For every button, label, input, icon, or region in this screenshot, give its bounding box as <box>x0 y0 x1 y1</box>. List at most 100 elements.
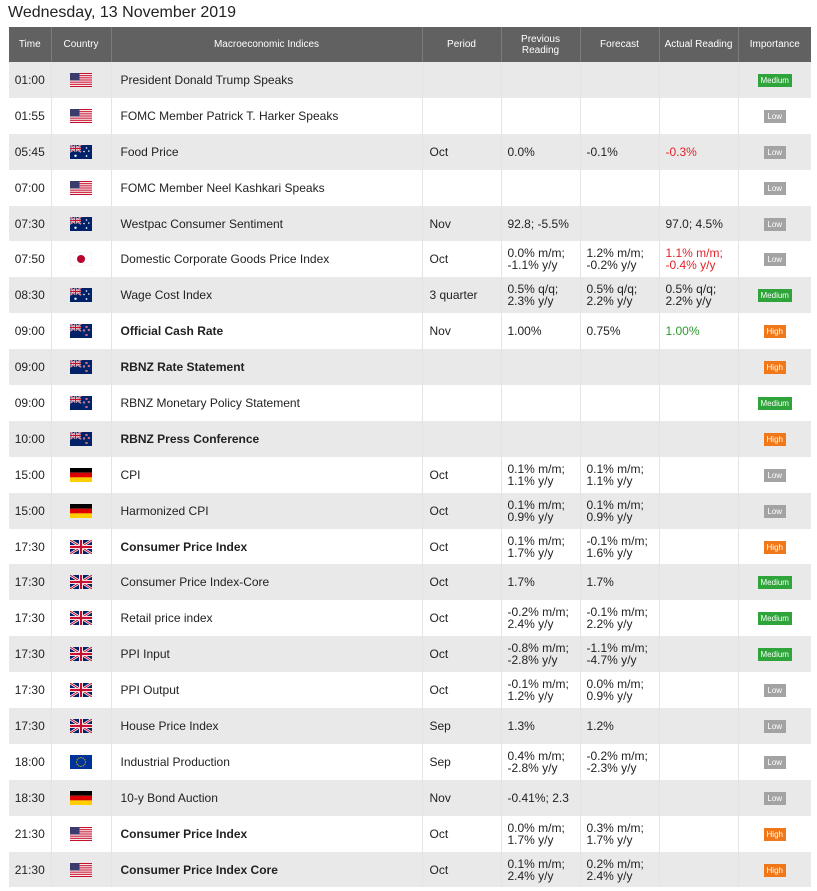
event-name[interactable]: Consumer Price Index Core <box>111 851 423 888</box>
event-name[interactable]: RBNZ Press Conference <box>111 420 423 457</box>
column-header-previous[interactable]: Previous Reading <box>501 27 581 62</box>
event-name[interactable]: Westpac Consumer Sentiment <box>111 205 423 242</box>
importance-badge: Low <box>763 504 786 518</box>
event-time: 05:45 <box>9 133 52 170</box>
table-row[interactable]: 09:00 RBNZ Rate Statement High <box>9 349 811 386</box>
event-name[interactable]: PPI Output <box>111 672 423 709</box>
table-row[interactable]: 21:30 Consumer Price Index Core Oct 0.1% m/… <box>9 851 811 888</box>
us-flag-icon <box>70 72 92 87</box>
event-name[interactable]: Consumer Price Index <box>111 528 423 565</box>
country-cell <box>51 133 112 170</box>
table-row[interactable]: 07:30 Westpac Consumer Sentiment Nov 92.8; … <box>9 205 811 242</box>
event-name[interactable]: House Price Index <box>111 708 423 744</box>
event-period: Nov <box>422 205 502 242</box>
forecast-value: -0.2% m/m; -2.3% y/y <box>580 743 660 780</box>
uk-flag-icon <box>69 646 93 663</box>
previous-reading: 1.00% <box>501 313 581 350</box>
table-row[interactable]: 17:30 House Price Index Sep 1.3% 1.2% Low <box>9 708 811 744</box>
forecast-value: -0.1% <box>580 133 660 170</box>
table-row[interactable]: 17:30 PPI Input Oct -0.8% m/m; -2.8% y/y -1.… <box>9 636 811 673</box>
actual-reading <box>659 636 739 673</box>
country-cell <box>51 420 112 457</box>
event-period: Sep <box>422 708 502 744</box>
event-name[interactable]: President Donald Trump Speaks <box>111 62 423 98</box>
country-cell <box>51 564 112 601</box>
event-name[interactable]: Harmonized CPI <box>111 492 423 529</box>
event-name[interactable]: Industrial Production <box>111 743 423 780</box>
event-name[interactable]: Wage Cost Index <box>111 277 423 314</box>
previous-reading <box>501 385 581 421</box>
importance-badge: Medium <box>757 576 792 590</box>
table-row[interactable]: 05:45 Food Price Oct 0.0% -0.1% -0.3% Low <box>9 133 811 170</box>
column-header-country[interactable]: Country <box>51 27 112 62</box>
table-row[interactable]: 18:30 10-y Bond Auction Nov -0.41%; 2.3 Low <box>9 779 811 816</box>
nz-flag-icon <box>69 431 92 446</box>
table-row[interactable]: 15:00 Harmonized CPI Oct 0.1% m/m; 0.9% y/y… <box>9 492 811 529</box>
event-name[interactable]: Retail price index <box>111 600 423 637</box>
importance-badge: Low <box>763 145 786 159</box>
table-row[interactable]: 07:50 Domestic Corporate Goods Price Inde… <box>9 241 811 278</box>
importance-badge: Medium <box>757 396 792 410</box>
previous-reading: -0.2% m/m; 2.4% y/y <box>501 600 581 637</box>
us-flag-icon <box>70 862 92 877</box>
event-name[interactable]: PPI Input <box>111 636 423 673</box>
previous-reading: 0.0% m/m; -1.1% y/y <box>501 241 581 278</box>
forecast-value: 1.7% <box>580 564 660 601</box>
previous-reading: 1.7% <box>501 564 581 601</box>
actual-reading <box>659 492 739 529</box>
importance-cell: High <box>738 349 811 386</box>
table-row[interactable]: 01:55 FOMC Member Patrick T. Harker Speak… <box>9 97 811 134</box>
actual-reading <box>659 743 739 780</box>
event-period <box>422 420 502 457</box>
column-header-importance[interactable]: Importance <box>738 27 811 62</box>
previous-reading: 0.1% m/m; 1.1% y/y <box>501 456 581 493</box>
previous-reading: -0.8% m/m; -2.8% y/y <box>501 636 581 673</box>
table-row[interactable]: 15:00 CPI Oct 0.1% m/m; 1.1% y/y 0.1% m/m; 1… <box>9 456 811 493</box>
event-name[interactable]: FOMC Member Neel Kashkari Speaks <box>111 169 423 206</box>
event-time: 21:30 <box>9 815 52 852</box>
column-header-period[interactable]: Period <box>422 27 502 62</box>
importance-cell: Low <box>738 97 811 134</box>
column-header-actual[interactable]: Actual Reading <box>659 27 739 62</box>
table-row[interactable]: 17:30 Consumer Price Index Oct 0.1% m/m; 1.… <box>9 528 811 565</box>
column-header-indices[interactable]: Macroeconomic Indices <box>111 27 423 62</box>
event-name[interactable]: FOMC Member Patrick T. Harker Speaks <box>111 97 423 134</box>
event-time: 21:30 <box>9 851 52 888</box>
table-row[interactable]: 07:00 FOMC Member Neel Kashkari Speaks Low <box>9 169 811 206</box>
event-name[interactable]: Domestic Corporate Goods Price Index <box>111 241 423 278</box>
table-row[interactable]: 10:00 RBNZ Press Conference High <box>9 420 811 457</box>
event-name[interactable]: Food Price <box>111 133 423 170</box>
table-row[interactable]: 17:30 Retail price index Oct -0.2% m/m; 2.4… <box>9 600 811 637</box>
table-row[interactable]: 08:30 Wage Cost Index 3 quarter 0.5% q/q; 2… <box>9 277 811 314</box>
country-cell <box>51 600 112 637</box>
previous-reading: 0.0% <box>501 133 581 170</box>
event-name[interactable]: 10-y Bond Auction <box>111 779 423 816</box>
event-name[interactable]: Consumer Price Index <box>111 815 423 852</box>
table-row[interactable]: 09:00 RBNZ Monetary Policy Statement Mediu… <box>9 385 811 421</box>
forecast-value: 0.75% <box>580 313 660 350</box>
column-header-time[interactable]: Time <box>9 27 52 62</box>
table-row[interactable]: 17:30 Consumer Price Index-Core Oct 1.7% 1.7… <box>9 564 811 601</box>
importance-badge: Medium <box>757 648 792 662</box>
table-row[interactable]: 17:30 PPI Output Oct -0.1% m/m; 1.2% y/y 0.0… <box>9 672 811 709</box>
forecast-value <box>580 420 660 457</box>
table-row[interactable]: 09:00 Official Cash Rate Nov 1.00% 0.75% 1.00… <box>9 313 811 350</box>
column-header-forecast[interactable]: Forecast <box>580 27 660 62</box>
event-name[interactable]: RBNZ Rate Statement <box>111 349 423 386</box>
us-flag-icon <box>70 180 92 195</box>
event-name[interactable]: Official Cash Rate <box>111 313 423 350</box>
table-row[interactable]: 18:00 Industrial Production Sep 0.4% m/m; -… <box>9 743 811 780</box>
forecast-value <box>580 779 660 816</box>
uk-flag-icon <box>69 717 93 735</box>
actual-reading <box>659 708 739 744</box>
event-name[interactable]: Consumer Price Index-Core <box>111 564 423 601</box>
event-period <box>422 169 502 206</box>
forecast-value <box>580 62 660 98</box>
table-row[interactable]: 01:00 President Donald Trump Speaks Medium <box>9 62 811 98</box>
country-cell <box>51 313 112 350</box>
table-row[interactable]: 21:30 Consumer Price Index Oct 0.0% m/m; 1.… <box>9 815 811 852</box>
actual-reading <box>659 420 739 457</box>
event-name[interactable]: CPI <box>111 456 423 493</box>
event-name[interactable]: RBNZ Monetary Policy Statement <box>111 385 423 421</box>
importance-badge: Medium <box>757 612 792 626</box>
